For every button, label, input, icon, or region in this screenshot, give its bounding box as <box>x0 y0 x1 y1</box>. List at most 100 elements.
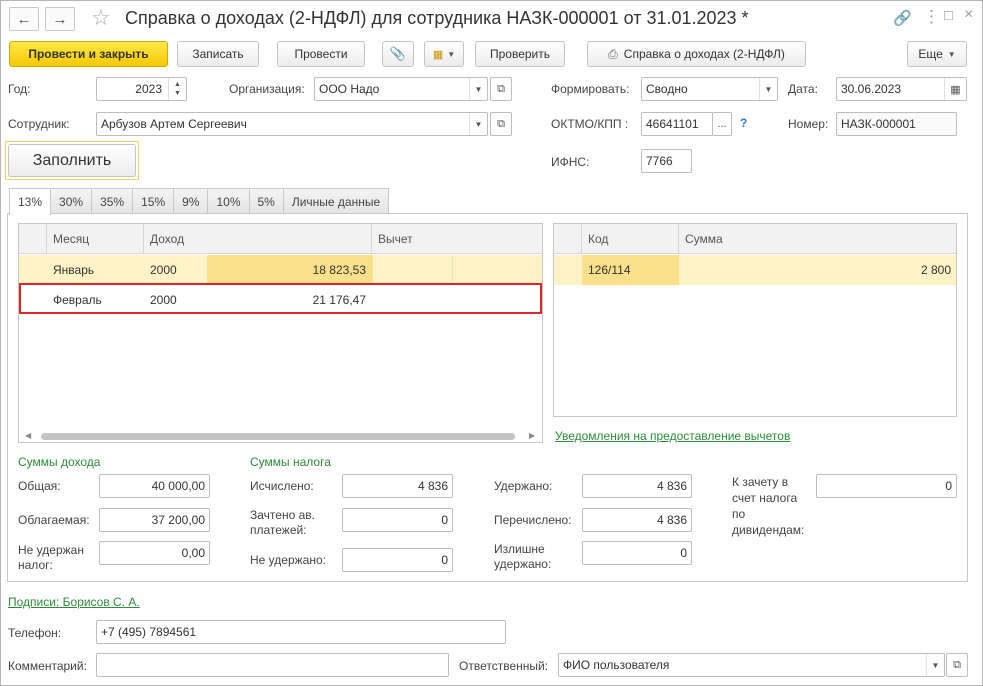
chevron-down-icon[interactable]: ▼ <box>926 654 944 676</box>
year-field[interactable]: 2023 ▲ ▼ <box>96 77 187 101</box>
row-month: Январь <box>53 263 95 277</box>
not-withheld-tax-field[interactable]: 0,00 <box>99 541 210 565</box>
organization-value: ООО Надо <box>319 82 380 96</box>
tax-not-withheld-field[interactable]: 0 <box>342 548 453 572</box>
income-sums-title: Суммы дохода <box>18 455 101 469</box>
fill-button[interactable]: Заполнить <box>8 144 136 177</box>
chevron-down-icon[interactable]: ▼ <box>469 113 487 135</box>
open-responsible-icon[interactable]: ⧉ <box>946 653 968 677</box>
maximize-icon[interactable]: □ <box>944 7 953 24</box>
income-taxable-field[interactable]: 37 200,00 <box>99 508 210 532</box>
chevron-down-icon[interactable]: ▼ <box>469 78 487 100</box>
responsible-field[interactable]: ФИО пользователя ▼ <box>558 653 945 677</box>
row-code: 126/114 <box>582 255 679 285</box>
employee-value: Арбузов Артем Сергеевич <box>101 117 247 131</box>
column-deduction[interactable]: Вычет <box>372 224 543 254</box>
table-row[interactable]: Январь 2000 18 823,53 <box>19 255 542 285</box>
scroll-right-icon[interactable]: ▶ <box>529 431 535 440</box>
responsible-value: ФИО пользователя <box>563 658 670 672</box>
link-icon[interactable]: 🔗 <box>893 9 912 27</box>
date-label: Дата: <box>788 82 818 96</box>
form-label: Формировать: <box>551 82 630 96</box>
signatures-link[interactable]: Подписи: Борисов С. А. <box>8 595 140 609</box>
oktmo-field[interactable]: 46641101 <box>641 112 713 136</box>
forward-arrow-icon[interactable]: → <box>45 7 75 31</box>
year-spinner[interactable]: ▲ ▼ <box>168 78 186 100</box>
comment-field[interactable] <box>96 653 449 677</box>
more-button[interactable]: Еще ▼ <box>907 41 967 67</box>
income-total-value: 40 000,00 <box>151 479 205 493</box>
income-table-header: Месяц Доход Вычет <box>19 224 542 254</box>
withheld-field[interactable]: 4 836 <box>582 474 692 498</box>
advance-field[interactable]: 0 <box>342 508 453 532</box>
document-window: ← → ☆ Справка о доходах (2-НДФЛ) для сот… <box>0 0 983 686</box>
oktmo-value: 46641101 <box>646 117 699 131</box>
overwithheld-field[interactable]: 0 <box>582 541 692 565</box>
phone-field[interactable]: +7 (495) 7894561 <box>96 620 506 644</box>
responsible-label: Ответственный: <box>459 659 549 673</box>
favorite-star-icon[interactable]: ☆ <box>91 5 111 31</box>
check-button[interactable]: Проверить <box>475 41 565 67</box>
transferred-field[interactable]: 4 836 <box>582 508 692 532</box>
help-icon[interactable]: ? <box>740 116 747 130</box>
tab-13[interactable]: 13% <box>9 188 52 215</box>
column-month[interactable]: Месяц <box>47 224 144 254</box>
transferred-label: Перечислено: <box>494 513 572 527</box>
scroll-left-icon[interactable]: ◀ <box>25 431 31 440</box>
number-field[interactable]: НАЗК-000001 <box>836 112 957 136</box>
post-button[interactable]: Провести <box>277 41 365 67</box>
column-sum[interactable]: Сумма <box>679 224 957 254</box>
close-icon[interactable]: × <box>964 6 973 24</box>
ifns-field[interactable]: 7766 <box>641 149 692 173</box>
form-value: Сводно <box>646 82 688 96</box>
table-row[interactable]: 126/114 2 800 <box>554 255 956 285</box>
post-and-close-button[interactable]: Провести и закрыть <box>9 41 168 67</box>
chevron-down-icon[interactable]: ▼ <box>759 78 777 100</box>
advance-label: Зачтено ав. платежей: <box>250 508 315 537</box>
income-total-field[interactable]: 40 000,00 <box>99 474 210 498</box>
rate-tabs: 13% 30% 35% 15% 9% 10% 5% Личные данные <box>9 188 390 215</box>
tab-15[interactable]: 15% <box>132 188 175 214</box>
phone-label: Телефон: <box>8 626 62 640</box>
print-report-button[interactable]: ⎙ Справка о доходах (2-НДФЛ) <box>587 41 806 67</box>
row-deduction-amount <box>452 255 543 285</box>
income-taxable-value: 37 200,00 <box>151 513 205 527</box>
deduction-notices-link[interactable]: Уведомления на предоставление вычетов <box>555 429 790 443</box>
number-value: НАЗК-000001 <box>841 117 916 131</box>
more-label: Еще <box>918 47 943 61</box>
tab-5[interactable]: 5% <box>248 188 284 214</box>
column-code[interactable]: Код <box>582 224 679 254</box>
tab-10[interactable]: 10% <box>207 188 250 214</box>
printer-icon: ⎙ <box>608 46 618 61</box>
date-field[interactable]: 30.06.2023 ▦ <box>836 77 967 101</box>
back-arrow-icon[interactable]: ← <box>9 7 39 31</box>
chevron-down-icon: ▼ <box>447 49 456 59</box>
deductions-table: Код Сумма 126/114 2 800 <box>553 223 957 417</box>
calculated-field[interactable]: 4 836 <box>342 474 453 498</box>
tab-30[interactable]: 30% <box>50 188 93 214</box>
column-income[interactable]: Доход <box>144 224 372 254</box>
attachment-button[interactable]: 📎 <box>382 41 414 67</box>
create-based-on-button[interactable]: ▦ ▼ <box>424 41 464 67</box>
tab-35[interactable]: 35% <box>91 188 134 214</box>
tab-personal-data[interactable]: Личные данные <box>282 188 390 214</box>
tab-9[interactable]: 9% <box>173 188 209 214</box>
horizontal-scrollbar[interactable] <box>41 433 515 440</box>
deductions-table-header: Код Сумма <box>554 224 956 254</box>
organization-field[interactable]: ООО Надо ▼ <box>314 77 488 101</box>
form-field[interactable]: Сводно ▼ <box>641 77 778 101</box>
highlight-frame <box>19 283 542 314</box>
more-vertical-icon[interactable]: ⋮ <box>923 7 940 27</box>
income-table: Месяц Доход Вычет Январь 2000 18 823,53 … <box>18 223 543 443</box>
open-organization-icon[interactable]: ⧉ <box>490 77 512 101</box>
save-button[interactable]: Записать <box>177 41 259 67</box>
dividend-offset-value: 0 <box>945 479 952 493</box>
comment-label: Комментарий: <box>8 659 87 673</box>
calendar-icon[interactable]: ▦ <box>944 78 966 100</box>
ifns-value: 7766 <box>646 154 673 168</box>
dividend-offset-field[interactable]: 0 <box>816 474 957 498</box>
oktmo-select-button[interactable]: ... <box>712 112 732 136</box>
open-employee-icon[interactable]: ⧉ <box>490 112 512 136</box>
employee-field[interactable]: Арбузов Артем Сергеевич ▼ <box>96 112 488 136</box>
row-income-code: 2000 <box>150 263 177 277</box>
